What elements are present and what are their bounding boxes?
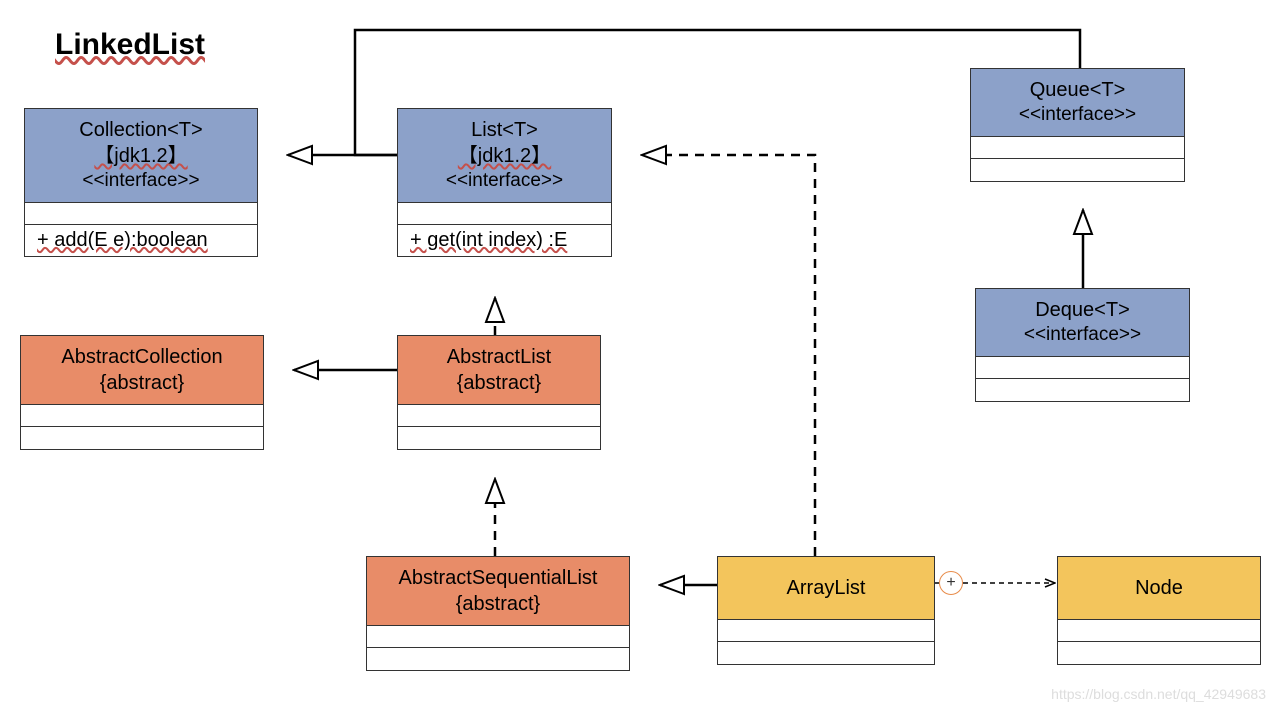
uml-node: Node bbox=[1057, 556, 1261, 665]
uml-abslist: AbstractList {abstract} bbox=[397, 335, 601, 450]
class-stereotype: <<interface>> bbox=[410, 169, 599, 194]
attr-section bbox=[25, 203, 257, 225]
method-text: + get(int index) :E bbox=[410, 229, 567, 251]
uml-header: Node bbox=[1058, 557, 1260, 620]
class-name: Node bbox=[1070, 575, 1248, 601]
attr-section bbox=[718, 620, 934, 642]
uml-collection: Collection<T> 【jdk1.2】 <<interface>> + a… bbox=[24, 108, 258, 257]
class-version: 【jdk1.2】 bbox=[410, 143, 599, 169]
uml-header: Deque<T> <<interface>> bbox=[976, 289, 1189, 357]
method-section bbox=[718, 642, 934, 664]
method-text: + add(E e):boolean bbox=[37, 229, 208, 251]
method-section bbox=[971, 159, 1184, 181]
aggregation-plus: + bbox=[939, 571, 963, 595]
class-name: ArrayList bbox=[730, 575, 922, 601]
uml-header: AbstractSequentialList {abstract} bbox=[367, 557, 629, 626]
class-name: Deque<T> bbox=[988, 297, 1177, 323]
class-version: 【jdk1.2】 bbox=[37, 143, 245, 169]
uml-abscoll: AbstractCollection {abstract} bbox=[20, 335, 264, 450]
uml-header: AbstractCollection {abstract} bbox=[21, 336, 263, 405]
class-name: AbstractCollection bbox=[33, 344, 251, 370]
attr-section bbox=[367, 626, 629, 648]
class-name: Queue<T> bbox=[983, 77, 1172, 103]
method-section bbox=[21, 427, 263, 449]
attr-section bbox=[1058, 620, 1260, 642]
method-section bbox=[976, 379, 1189, 401]
uml-absseq: AbstractSequentialList {abstract} bbox=[366, 556, 630, 671]
uml-header: ArrayList bbox=[718, 557, 934, 620]
class-name: Collection<T> bbox=[37, 117, 245, 143]
class-modifier: {abstract} bbox=[379, 591, 617, 617]
class-name: AbstractList bbox=[410, 344, 588, 370]
uml-header: AbstractList {abstract} bbox=[398, 336, 600, 405]
uml-deque: Deque<T> <<interface>> bbox=[975, 288, 1190, 402]
class-stereotype: <<interface>> bbox=[988, 323, 1177, 348]
class-stereotype: <<interface>> bbox=[37, 169, 245, 194]
attr-section bbox=[971, 137, 1184, 159]
uml-list: List<T> 【jdk1.2】 <<interface>> + get(int… bbox=[397, 108, 612, 257]
method-section bbox=[367, 648, 629, 670]
uml-header: List<T> 【jdk1.2】 <<interface>> bbox=[398, 109, 611, 203]
uml-queue: Queue<T> <<interface>> bbox=[970, 68, 1185, 182]
attr-section bbox=[976, 357, 1189, 379]
plus-icon: + bbox=[946, 574, 955, 592]
uml-header: Collection<T> 【jdk1.2】 <<interface>> bbox=[25, 109, 257, 203]
uml-arraylist: ArrayList bbox=[717, 556, 935, 665]
diagram-title: LinkedList bbox=[55, 28, 205, 62]
method-section: + add(E e):boolean bbox=[25, 225, 257, 256]
attr-section bbox=[398, 203, 611, 225]
attr-section bbox=[21, 405, 263, 427]
attr-section bbox=[398, 405, 600, 427]
method-section bbox=[1058, 642, 1260, 664]
class-name: AbstractSequentialList bbox=[379, 565, 617, 591]
method-section: + get(int index) :E bbox=[398, 225, 611, 256]
class-modifier: {abstract} bbox=[33, 370, 251, 396]
class-stereotype: <<interface>> bbox=[983, 103, 1172, 128]
method-section bbox=[398, 427, 600, 449]
class-modifier: {abstract} bbox=[410, 370, 588, 396]
watermark: https://blog.csdn.net/qq_42949683 bbox=[1051, 686, 1266, 702]
class-name: List<T> bbox=[410, 117, 599, 143]
uml-header: Queue<T> <<interface>> bbox=[971, 69, 1184, 137]
